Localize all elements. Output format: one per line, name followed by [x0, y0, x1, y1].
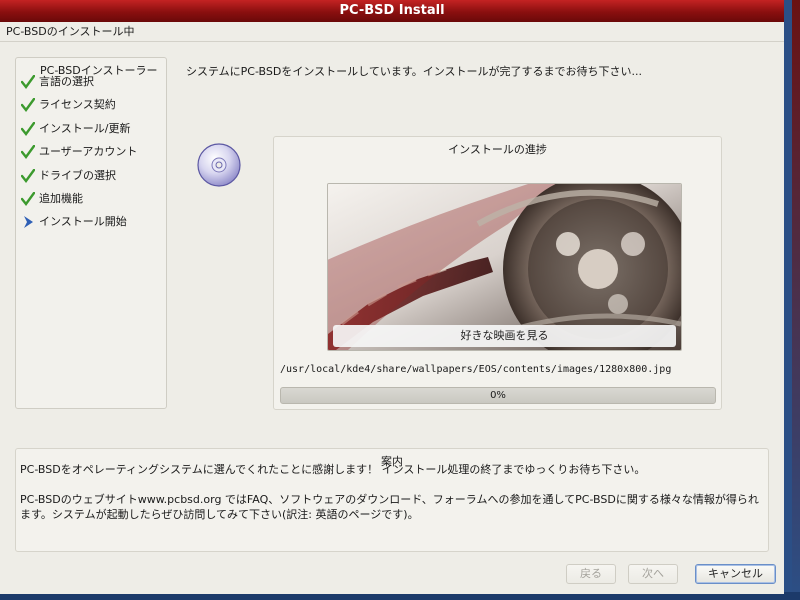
desktop-background: [792, 0, 800, 600]
step-user-account: ユーザーアカウント: [20, 144, 138, 160]
window-title: PC-BSD Install: [339, 3, 445, 18]
install-progress-bar: 0%: [280, 387, 716, 404]
slide-caption: 好きな映画を見る: [333, 325, 676, 347]
step-label: ライセンス契約: [39, 98, 116, 111]
cancel-button[interactable]: キャンセル: [695, 564, 776, 584]
step-license: ライセンス契約: [20, 97, 116, 113]
step-label: ドライブの選択: [39, 169, 116, 182]
current-file-path: /usr/local/kde4/share/wallpapers/EOS/con…: [280, 364, 672, 375]
checkmark-icon: [20, 121, 36, 136]
step-start-install: インストール開始: [21, 214, 127, 230]
cd-disc-icon: [196, 142, 242, 188]
page-title: PC-BSDのインストール中: [6, 25, 135, 38]
checkmark-icon: [20, 191, 36, 206]
info-text: PC-BSDをオペレーティングシステムに選んでくれたことに感謝します！ インスト…: [20, 463, 759, 521]
step-drive: ドライブの選択: [20, 168, 116, 184]
checkmark-icon: [20, 74, 36, 89]
checkmark-icon: [20, 144, 36, 159]
steps-panel: PC-BSDインストーラー 言語の選択 ライセンス契約 インストール/更新 ユー…: [15, 57, 167, 409]
step-extras: 追加機能: [20, 191, 83, 207]
installer-window: PC-BSDのインストール中 PC-BSDインストーラー 言語の選択 ライセンス…: [0, 22, 784, 594]
checkmark-icon: [20, 97, 36, 112]
page-header: PC-BSDのインストール中: [0, 22, 784, 42]
step-language: 言語の選択: [20, 74, 94, 90]
install-progress-panel: インストールの進捗 好きな映画を見る /usr/local/kde4/share…: [273, 136, 722, 410]
window-titlebar[interactable]: PC-BSD Install: [0, 0, 784, 23]
progress-panel-title: インストールの進捗: [448, 143, 547, 156]
slideshow-image: 好きな映画を見る: [327, 183, 682, 351]
info-panel: 案内 PC-BSDをオペレーティングシステムに選んでくれたことに感謝します！ イ…: [15, 448, 769, 552]
step-label: インストール開始: [39, 215, 127, 228]
progress-percent: 0%: [490, 390, 506, 401]
arrow-right-icon: [21, 215, 35, 229]
step-label: ユーザーアカウント: [39, 145, 138, 158]
back-button[interactable]: 戻る: [566, 564, 616, 584]
next-button[interactable]: 次へ: [628, 564, 678, 584]
step-install-upgrade: インストール/更新: [20, 121, 131, 137]
status-message: システムにPC-BSDをインストールしています。インストールが完了するまでお待ち…: [186, 65, 642, 78]
step-label: 追加機能: [39, 192, 83, 205]
step-label: インストール/更新: [39, 122, 131, 135]
step-label: 言語の選択: [39, 75, 94, 88]
checkmark-icon: [20, 168, 36, 183]
